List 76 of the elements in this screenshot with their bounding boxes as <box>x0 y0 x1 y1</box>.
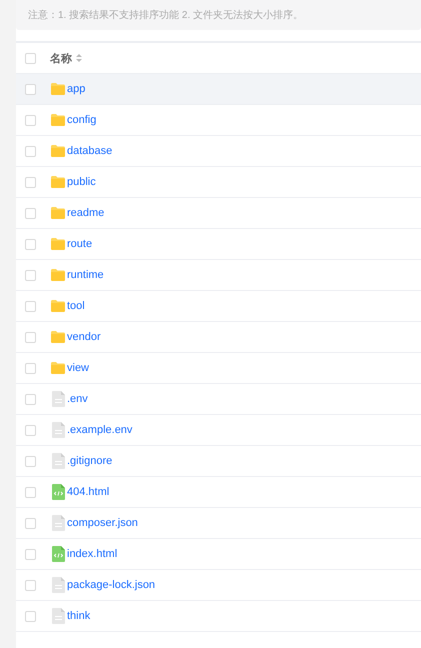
file-row[interactable]: tool <box>16 291 421 322</box>
row-checkbox[interactable] <box>25 238 36 250</box>
file-row[interactable]: config <box>16 105 421 136</box>
row-checkbox[interactable] <box>25 610 36 622</box>
file-row[interactable]: database <box>16 136 421 167</box>
file-row[interactable]: public <box>16 167 421 198</box>
column-header[interactable]: 名称 <box>50 50 72 66</box>
row-checkbox[interactable] <box>25 332 36 342</box>
document-icon <box>52 391 64 407</box>
row-checkbox[interactable] <box>25 456 36 466</box>
folder-icon <box>51 238 65 250</box>
file-name-link[interactable]: database <box>67 145 112 157</box>
file-name-link[interactable]: readme <box>67 207 104 219</box>
folder-icon <box>51 269 65 281</box>
document-icon <box>52 453 64 469</box>
file-name-link[interactable]: route <box>67 238 92 250</box>
file-row[interactable]: 404.html <box>16 477 421 508</box>
file-row[interactable]: composer.json <box>16 508 421 539</box>
file-row[interactable]: .gitignore <box>16 446 421 477</box>
file-row[interactable]: think <box>16 601 421 632</box>
row-checkbox[interactable] <box>25 208 36 218</box>
folder-icon <box>51 145 65 157</box>
folder-icon <box>51 114 65 126</box>
folder-icon <box>51 331 65 343</box>
file-name-link[interactable]: vendor <box>67 331 101 343</box>
file-name-link[interactable]: tool <box>67 300 85 312</box>
file-row[interactable]: view <box>16 353 421 384</box>
file-name-link[interactable]: .gitignore <box>67 455 112 467</box>
row-checkbox[interactable] <box>25 146 36 156</box>
row-checkbox[interactable] <box>25 424 36 436</box>
file-row[interactable]: vendor <box>16 322 421 353</box>
file-name-link[interactable]: index.html <box>67 548 118 560</box>
row-checkbox[interactable] <box>25 114 36 126</box>
file-name-link[interactable]: app <box>67 83 86 95</box>
row-checkbox[interactable] <box>25 518 36 528</box>
row-checkbox[interactable] <box>25 548 36 560</box>
file-name-link[interactable]: config <box>67 114 96 126</box>
row-checkbox[interactable] <box>25 580 36 590</box>
row-checkbox[interactable] <box>25 270 36 280</box>
folder-icon <box>51 207 65 219</box>
sort-icon[interactable] <box>76 53 82 63</box>
file-name-link[interactable]: composer.json <box>67 517 138 529</box>
file-name-link[interactable]: .env <box>67 393 88 405</box>
code-file-icon <box>52 484 64 500</box>
file-name-link[interactable]: view <box>67 362 90 374</box>
document-icon <box>52 577 64 593</box>
select-all-checkbox[interactable] <box>25 52 36 64</box>
folder-icon <box>51 362 65 374</box>
file-name-link[interactable]: think <box>67 610 90 622</box>
file-row[interactable]: runtime <box>16 260 421 291</box>
document-icon <box>52 608 64 624</box>
file-row[interactable]: package-lock.json <box>16 570 421 601</box>
row-checkbox[interactable] <box>25 84 36 94</box>
file-name-link[interactable]: public <box>67 176 96 188</box>
file-name-link[interactable]: package-lock.json <box>67 579 156 591</box>
file-row[interactable]: route <box>16 229 421 260</box>
folder-icon <box>51 176 65 188</box>
row-checkbox[interactable] <box>25 300 36 312</box>
file-name-link[interactable]: runtime <box>67 269 104 281</box>
file-name-link[interactable]: 404.html <box>67 486 110 498</box>
document-icon <box>52 515 64 531</box>
folder-icon <box>51 300 65 312</box>
row-checkbox[interactable] <box>25 362 36 374</box>
file-row[interactable]: .example.env <box>16 415 421 446</box>
notice-text: 注意：1. 搜索结果不支持排序功能 2. 文件夹无法按大小排序。 <box>16 0 421 30</box>
row-checkbox[interactable] <box>25 176 36 188</box>
row-checkbox[interactable] <box>25 394 36 404</box>
file-name-link[interactable]: .example.env <box>67 424 132 436</box>
row-checkbox[interactable] <box>25 486 36 498</box>
file-row[interactable]: app <box>16 74 421 105</box>
code-file-icon <box>52 546 64 562</box>
file-row[interactable]: .env <box>16 384 421 415</box>
folder-icon <box>51 83 65 95</box>
file-row[interactable]: index.html <box>16 539 421 570</box>
file-row[interactable]: readme <box>16 198 421 229</box>
document-icon <box>52 422 64 438</box>
